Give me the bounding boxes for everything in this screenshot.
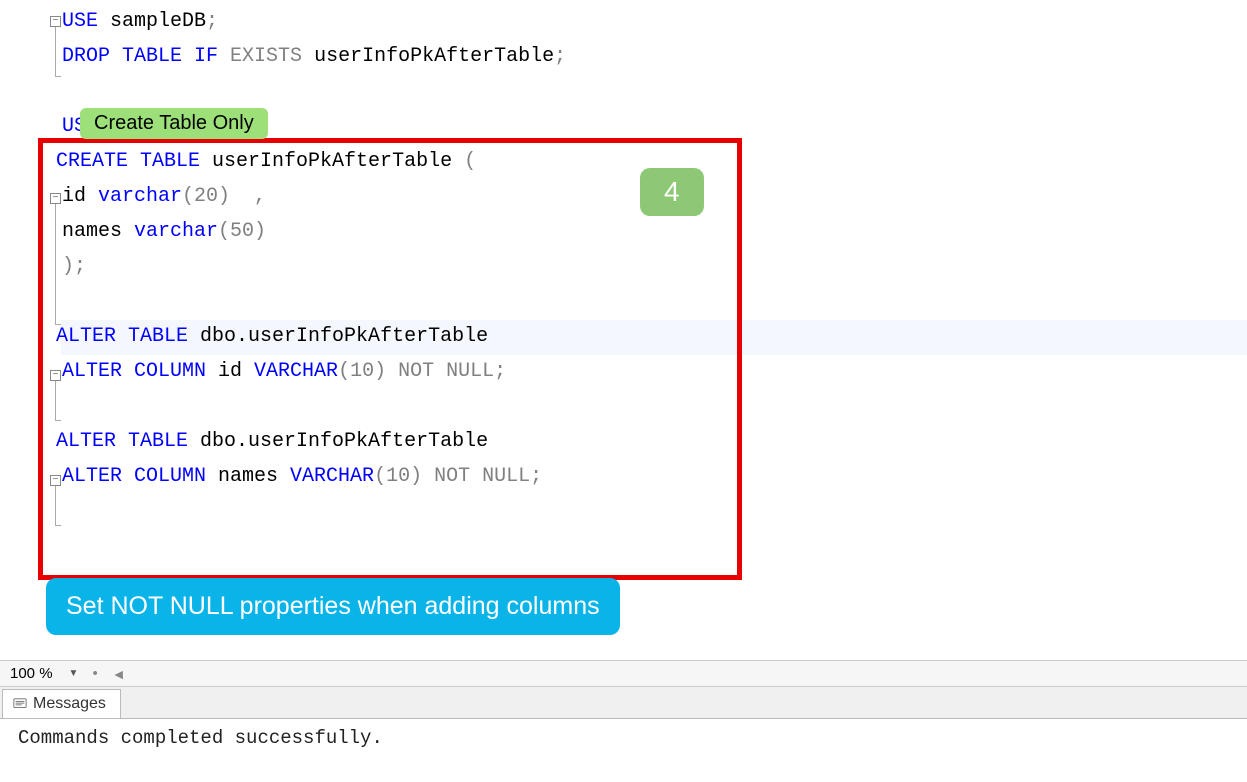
punct: (20) xyxy=(182,185,230,208)
code-line[interactable]: DROP TABLE IF EXISTS userInfoPkAfterTabl… xyxy=(56,39,1247,74)
code-editor[interactable]: − − − − USE sampleDB; DROP TABLE IF EXIS… xyxy=(0,0,1247,660)
annotation-null-label: Set NOT NULL properties when adding colu… xyxy=(46,578,620,635)
code-line[interactable]: names varchar(50) xyxy=(56,214,1247,249)
annotation-create-table-label: Create Table Only xyxy=(80,108,268,139)
messages-icon xyxy=(13,697,27,711)
identifier: names xyxy=(62,220,134,243)
tab-messages[interactable]: Messages xyxy=(2,689,121,718)
punct: , xyxy=(230,185,266,208)
punct: ; xyxy=(206,10,218,33)
keyword: ALTER xyxy=(62,360,122,383)
keyword: ALTER xyxy=(56,325,116,348)
punct: (10) xyxy=(374,465,422,488)
annotation-step-badge: 4 xyxy=(640,168,704,216)
identifier: dbo.userInfoPkAfterTable xyxy=(188,325,488,348)
identifier: userInfoPkAfterTable xyxy=(302,45,554,68)
punct: (10) xyxy=(338,360,386,383)
identifier: id xyxy=(206,360,254,383)
keyword: DROP xyxy=(62,45,110,68)
code-line[interactable]: ); xyxy=(56,249,1247,284)
punct: ; xyxy=(530,465,542,488)
results-tabs: Messages xyxy=(0,687,1247,719)
code-line[interactable]: ALTER TABLE dbo.userInfoPkAfterTable xyxy=(50,424,1247,459)
messages-text: Commands completed successfully. xyxy=(18,727,383,749)
tab-messages-label: Messages xyxy=(33,695,106,713)
code-line[interactable]: ALTER TABLE dbo.userInfoPkAfterTable xyxy=(50,319,1247,354)
keyword: TABLE xyxy=(116,430,188,453)
zoom-dropdown-icon[interactable]: ▼ xyxy=(65,668,83,679)
punct: ) xyxy=(62,255,74,278)
punct: ; xyxy=(494,360,506,383)
identifier: sampleDB xyxy=(98,10,206,33)
type: VARCHAR xyxy=(290,465,374,488)
code-line[interactable] xyxy=(56,389,1247,424)
keyword-gray: EXISTS xyxy=(218,45,302,68)
punct: ; xyxy=(74,255,86,278)
keyword: TABLE xyxy=(128,150,200,173)
punct: (50) xyxy=(218,220,266,243)
code-line[interactable]: ALTER COLUMN names VARCHAR(10) NOT NULL; xyxy=(56,459,1247,494)
punct: ( xyxy=(464,150,476,173)
identifier: names xyxy=(206,465,290,488)
type: VARCHAR xyxy=(254,360,338,383)
zoom-bar: 100 % ▼ • ◄ xyxy=(0,660,1247,687)
editor-window: Create Table Only 4 Set NOT NULL propert… xyxy=(0,0,1247,782)
keyword-gray: NOT NULL xyxy=(422,465,530,488)
identifier: id xyxy=(62,185,98,208)
scroll-left-icon[interactable]: ◄ xyxy=(108,666,130,682)
code-line[interactable]: USE sampleDB; xyxy=(56,4,1247,39)
code-line[interactable] xyxy=(56,284,1247,319)
fold-gutter: − − − − xyxy=(0,0,56,660)
keyword: CREATE xyxy=(56,150,128,173)
keyword: USE xyxy=(62,10,98,33)
keyword: TABLE xyxy=(110,45,182,68)
type: varchar xyxy=(98,185,182,208)
punct: ; xyxy=(554,45,566,68)
keyword: IF xyxy=(182,45,218,68)
keyword: ALTER xyxy=(62,465,122,488)
identifier: dbo.userInfoPkAfterTable xyxy=(188,430,488,453)
keyword: COLUMN xyxy=(122,465,206,488)
messages-panel[interactable]: Commands completed successfully. xyxy=(0,719,1247,757)
type: varchar xyxy=(134,220,218,243)
zoom-level[interactable]: 100 % xyxy=(4,663,59,684)
zoom-separator: • xyxy=(88,665,101,682)
keyword: ALTER xyxy=(56,430,116,453)
keyword: COLUMN xyxy=(122,360,206,383)
identifier: userInfoPkAfterTable xyxy=(200,150,464,173)
code-line[interactable]: ALTER COLUMN id VARCHAR(10) NOT NULL; xyxy=(56,354,1247,389)
keyword: TABLE xyxy=(116,325,188,348)
horizontal-scrollbar[interactable]: ◄ xyxy=(108,666,1243,682)
code-line[interactable] xyxy=(56,74,1247,109)
keyword-gray: NOT NULL xyxy=(386,360,494,383)
code-content[interactable]: USE sampleDB; DROP TABLE IF EXISTS userI… xyxy=(56,0,1247,660)
